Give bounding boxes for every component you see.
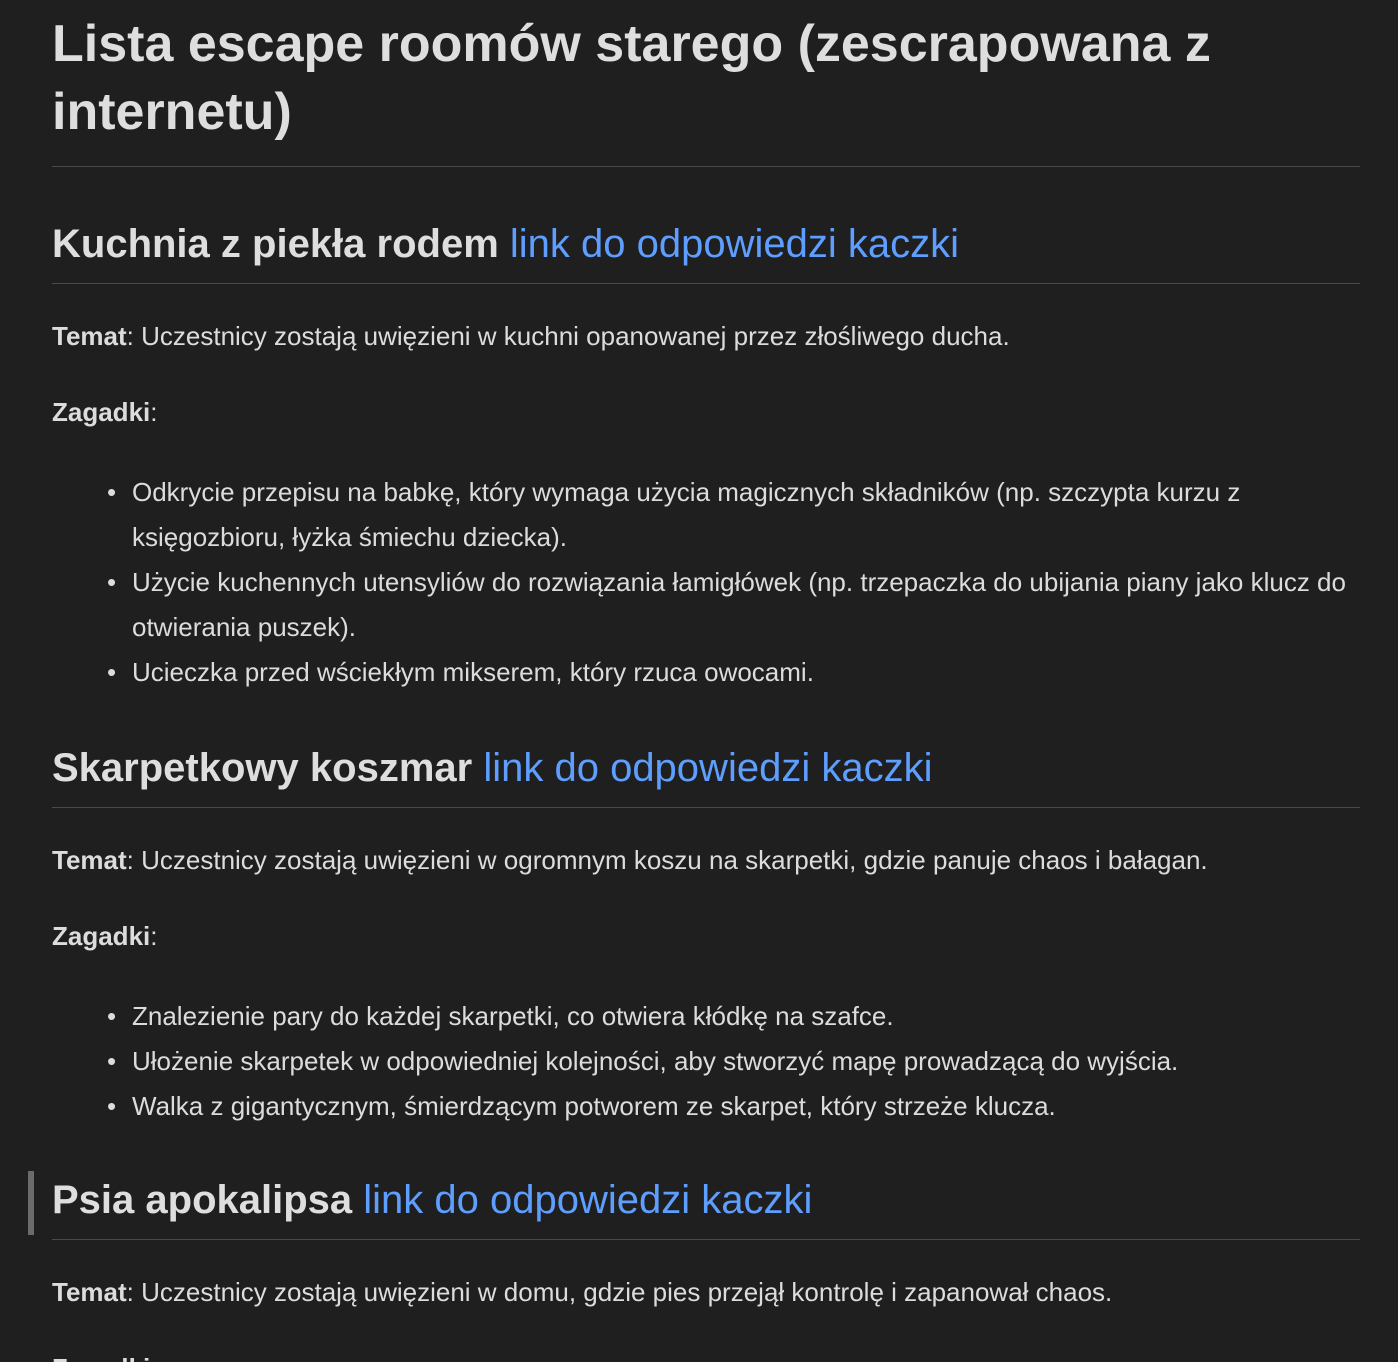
- bullet-icon: •: [107, 1046, 117, 1076]
- bullet-icon: •: [107, 657, 117, 687]
- theme-label: Temat: [52, 845, 127, 875]
- puzzles-label: Zagadki: [52, 397, 151, 427]
- section-heading-text: Kuchnia z piekła rodem: [52, 222, 499, 266]
- list-item-text: Znalezienie pary do każdej skarpetki, co…: [132, 1001, 894, 1031]
- duck-answer-link[interactable]: link do odpowiedzi kaczki: [483, 746, 932, 790]
- section-heading-text: Skarpetkowy koszmar: [52, 746, 473, 790]
- theme-label: Temat: [52, 321, 127, 351]
- section-heading-text: Psia apokalipsa: [52, 1178, 353, 1222]
- list-item-text: Ułożenie skarpetek w odpowiedniej kolejn…: [132, 1046, 1179, 1076]
- section-kuchnia: Kuchnia z piekła rodem link do odpowiedz…: [52, 219, 1360, 695]
- active-section-indicator: [28, 1171, 34, 1235]
- theme-paragraph: Temat: Uczestnicy zostają uwięzieni w do…: [52, 1277, 1113, 1307]
- list-item: • Znalezienie pary do każdej skarpetki, c…: [107, 994, 1360, 1039]
- puzzles-label: Zagadki: [52, 1353, 150, 1362]
- bullet-icon: •: [107, 567, 117, 597]
- section-heading: Skarpetkowy koszmar link do odpowiedzi k…: [52, 743, 1360, 808]
- section-heading: Kuchnia z piekła rodem link do odpowiedz…: [52, 219, 1360, 284]
- list-item-text: Ucieczka przed wściekłym mikserem, który…: [132, 657, 814, 687]
- bullet-icon: •: [107, 1091, 117, 1121]
- puzzles-label-paragraph: Zagadki:: [52, 921, 158, 951]
- list-item-text: Odkrycie przepisu na babkę, który wymaga…: [132, 477, 1241, 552]
- list-item: • Odkrycie przepisu na babkę, który wymag…: [107, 470, 1360, 560]
- puzzles-label-paragraph: Zagadki:: [52, 1350, 1360, 1362]
- theme-text: Uczestnicy zostają uwięzieni w kuchni op…: [141, 321, 1010, 351]
- list-item-text: Użycie kuchennych utensyliów do rozwiąza…: [132, 567, 1346, 642]
- puzzle-list: • Odkrycie przepisu na babkę, który wymag…: [52, 470, 1360, 695]
- list-item: • Ułożenie skarpetek w odpowiedniej kolej…: [107, 1039, 1360, 1084]
- document: Lista escape roomów starego (zescrapowan…: [28, 0, 1360, 1362]
- list-item: • Walka z gigantycznym, śmierdzącym potwo…: [107, 1084, 1360, 1129]
- list-item: • Ucieczka przed wściekłym mikserem, któr…: [107, 650, 1360, 695]
- theme-label: Temat: [52, 1277, 127, 1307]
- list-item: • Użycie kuchennych utensyliów do rozwiąz…: [107, 560, 1360, 650]
- section-psia: Psia apokalipsa link do odpowiedzi kaczk…: [28, 1171, 1360, 1362]
- theme-text: Uczestnicy zostają uwięzieni w domu, gdz…: [141, 1277, 1113, 1307]
- duck-answer-link[interactable]: link do odpowiedzi kaczki: [510, 222, 959, 266]
- puzzles-label-paragraph: Zagadki:: [52, 397, 158, 427]
- list-item-text: Walka z gigantycznym, śmierdzącym potwor…: [132, 1091, 1056, 1121]
- bullet-icon: •: [107, 1001, 117, 1031]
- duck-answer-link[interactable]: link do odpowiedzi kaczki: [363, 1178, 812, 1222]
- page-title: Lista escape roomów starego (zescrapowan…: [52, 10, 1360, 167]
- bullet-icon: •: [107, 477, 117, 507]
- puzzles-label: Zagadki: [52, 921, 151, 951]
- section-heading: Psia apokalipsa link do odpowiedzi kaczk…: [52, 1175, 1360, 1240]
- theme-paragraph: Temat: Uczestnicy zostają uwięzieni w ku…: [52, 321, 1010, 351]
- theme-text: Uczestnicy zostają uwięzieni w ogromnym …: [141, 845, 1208, 875]
- theme-paragraph: Temat: Uczestnicy zostają uwięzieni w og…: [52, 845, 1208, 875]
- puzzle-list: • Znalezienie pary do każdej skarpetki, c…: [52, 994, 1360, 1129]
- section-skarpetkowy: Skarpetkowy koszmar link do odpowiedzi k…: [52, 743, 1360, 1129]
